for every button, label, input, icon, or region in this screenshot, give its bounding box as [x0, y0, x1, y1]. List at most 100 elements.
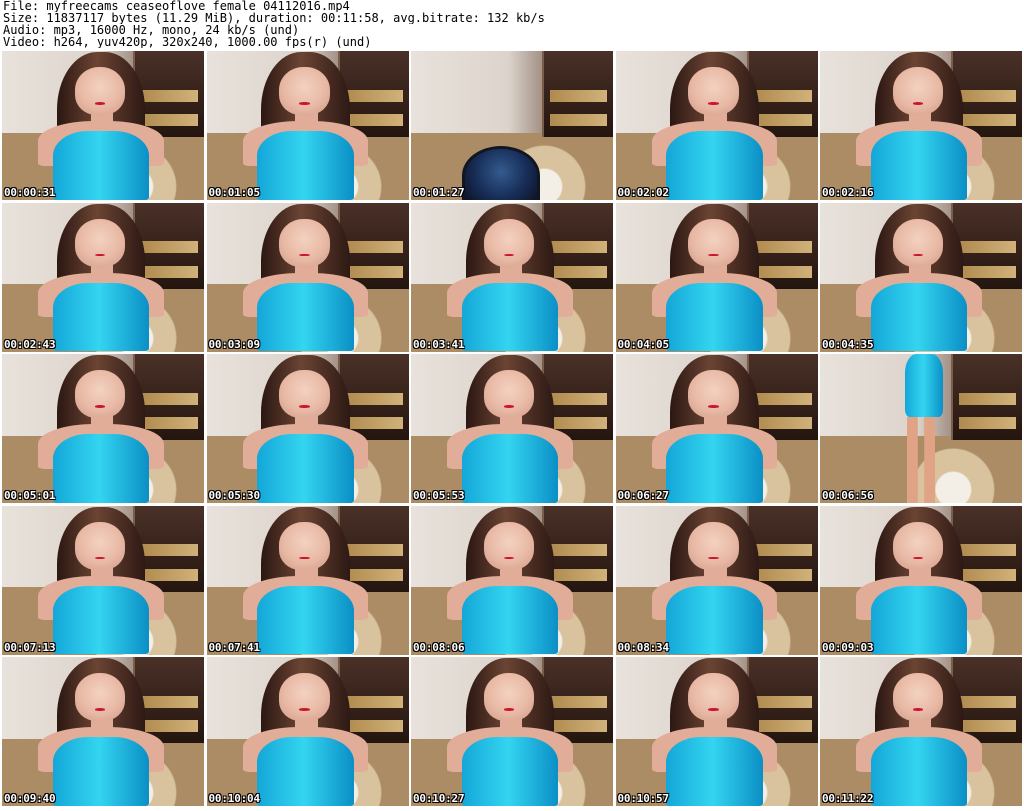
thumbnail-timestamp: 00:01:05: [208, 186, 261, 199]
thumbnail-17: 00:07:41: [206, 505, 409, 655]
file-size-line: Size: 11837117 bytes (11.29 MiB), durati…: [3, 12, 545, 24]
thumbnail-18: 00:08:06: [411, 505, 613, 655]
thumbnail-03: 00:01:27: [411, 51, 613, 200]
blue-tank-top: [257, 585, 354, 655]
thumbnail-timestamp: 00:10:57: [617, 792, 670, 805]
dark-cabinet: [542, 51, 613, 138]
thumbnail-23: 00:10:27: [411, 657, 613, 806]
thumbnail-timestamp: 00:02:43: [4, 337, 56, 351]
thumbnail-21: 00:09:40: [2, 657, 204, 806]
person-face: [483, 370, 535, 419]
thumbnail-02: 00:01:05: [206, 51, 409, 200]
thumbnail-19: 00:08:34: [615, 505, 818, 655]
blue-tank-top: [870, 737, 968, 806]
blue-tank-top: [52, 282, 150, 352]
thumbnail-timestamp: 00:04:05: [617, 337, 670, 351]
person-face: [688, 521, 739, 570]
person-face: [688, 673, 739, 722]
person-legs: [906, 416, 936, 503]
thumbnail-08: 00:03:41: [411, 202, 613, 352]
person-face: [279, 67, 330, 116]
thumbnail-timestamp: 00:08:34: [617, 640, 670, 654]
person-face: [483, 218, 535, 267]
thumbnail-timestamp: 00:00:31: [4, 186, 56, 199]
blue-tank-top: [52, 737, 150, 806]
person-face: [74, 521, 126, 570]
person-face: [688, 370, 739, 419]
thumbnail-timestamp: 00:10:04: [208, 792, 261, 805]
thumbnail-11: 00:05:01: [2, 354, 204, 503]
person-face: [74, 218, 126, 267]
person-face: [892, 218, 944, 267]
file-name-line: File: myfreecams_ceaseoflove_female_0411…: [3, 0, 350, 12]
thumbnail-14: 00:06:27: [615, 354, 818, 503]
thumbnail-05: 00:02:16: [820, 51, 1022, 200]
person-face: [74, 370, 126, 419]
thumbnail-grid: 00:00:31 00:01:05 00:01:27 00:02:02 00:0…: [2, 51, 1022, 808]
thumbnail-timestamp: 00:01:27: [413, 186, 465, 199]
office-chair: [461, 146, 541, 200]
thumbnail-timestamp: 00:05:30: [208, 489, 261, 502]
person-face: [483, 673, 535, 722]
audio-info-line: Audio: mp3, 16000 Hz, mono, 24 kb/s (und…: [3, 24, 300, 36]
thumbnail-timestamp: 00:06:27: [617, 489, 670, 502]
thumbnail-timestamp: 00:02:02: [617, 186, 670, 199]
video-metadata-header: File: myfreecams_ceaseoflove_female_0411…: [3, 0, 1021, 48]
person-face: [279, 673, 330, 722]
person-face: [892, 67, 944, 116]
blue-tank-top: [870, 585, 968, 655]
dark-cabinet: [951, 354, 1022, 441]
thumbnail-timestamp: 00:10:27: [413, 792, 465, 805]
blue-tank-top: [904, 354, 944, 417]
thumbnail-20: 00:09:03: [820, 505, 1022, 655]
person-face: [688, 67, 739, 116]
thumbnail-25: 00:11:22: [820, 657, 1022, 806]
video-info-line: Video: h264, yuv420p, 320x240, 1000.00 f…: [3, 36, 372, 48]
thumbnail-timestamp: 00:09:40: [4, 792, 56, 805]
blue-tank-top: [257, 737, 354, 806]
blue-tank-top: [257, 131, 354, 200]
thumbnail-10: 00:04:35: [820, 202, 1022, 352]
thumbnail-01: 00:00:31: [2, 51, 204, 200]
person-face: [74, 67, 126, 116]
thumbnail-timestamp: 00:11:22: [822, 792, 874, 805]
thumbnail-13: 00:05:53: [411, 354, 613, 503]
thumbnail-09: 00:04:05: [615, 202, 818, 352]
thumbnail-timestamp: 00:06:56: [822, 489, 874, 502]
person-face: [74, 673, 126, 722]
blue-tank-top: [870, 131, 968, 200]
blue-tank-top: [257, 282, 354, 352]
thumbnail-timestamp: 00:05:53: [413, 489, 465, 502]
blue-tank-top: [52, 131, 150, 200]
thumbnail-timestamp: 00:07:41: [208, 640, 261, 654]
thumbnail-12: 00:05:30: [206, 354, 409, 503]
blue-tank-top: [461, 737, 559, 806]
blue-tank-top: [870, 282, 968, 352]
person-face: [279, 370, 330, 419]
thumbnail-15: 00:06:56: [820, 354, 1022, 503]
blue-tank-top: [666, 737, 763, 806]
thumbnail-timestamp: 00:08:06: [413, 640, 465, 654]
thumbnail-timestamp: 00:04:35: [822, 337, 874, 351]
blue-tank-top: [52, 434, 150, 503]
person-face: [483, 521, 535, 570]
person-face: [279, 521, 330, 570]
thumbnail-timestamp: 00:02:16: [822, 186, 874, 199]
blue-tank-top: [666, 282, 763, 352]
person-face: [892, 521, 944, 570]
person-face: [688, 218, 739, 267]
person-face: [892, 673, 944, 722]
blue-tank-top: [461, 585, 559, 655]
thumbnail-04: 00:02:02: [615, 51, 818, 200]
blue-tank-top: [52, 585, 150, 655]
blue-tank-top: [666, 434, 763, 503]
person-face: [279, 218, 330, 267]
blue-tank-top: [666, 131, 763, 200]
thumbnail-06: 00:02:43: [2, 202, 204, 352]
blue-tank-top: [257, 434, 354, 503]
blue-tank-top: [461, 434, 559, 503]
thumbnail-timestamp: 00:09:03: [822, 640, 874, 654]
thumbnail-timestamp: 00:03:41: [413, 337, 465, 351]
thumbnail-24: 00:10:57: [615, 657, 818, 806]
thumbnail-16: 00:07:13: [2, 505, 204, 655]
